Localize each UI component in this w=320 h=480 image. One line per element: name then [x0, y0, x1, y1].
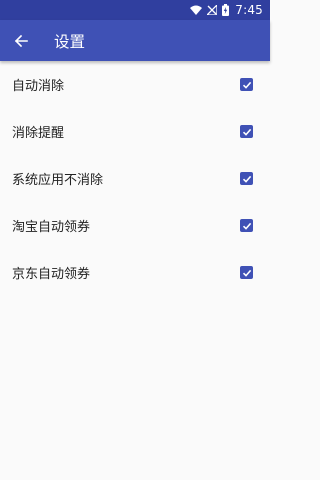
status-time: 7:45	[235, 3, 263, 17]
setting-jd-coupon[interactable]: 京东自动领券	[0, 249, 270, 296]
battery-charging-icon	[222, 4, 230, 16]
setting-label: 消除提醒	[12, 126, 65, 141]
setting-taobao-coupon[interactable]: 淘宝自动领券	[0, 202, 270, 249]
setting-label: 京东自动领券	[12, 267, 91, 282]
page-title: 设置	[54, 32, 86, 51]
setting-checkbox[interactable]	[240, 219, 253, 232]
no-signal-icon	[207, 5, 218, 15]
setting-clear-reminder[interactable]: 消除提醒	[0, 108, 270, 155]
setting-auto-clear[interactable]: 自动消除	[0, 61, 270, 108]
setting-system-apps[interactable]: 系统应用不消除	[0, 155, 270, 202]
setting-label: 系统应用不消除	[12, 173, 104, 188]
check-icon	[242, 128, 251, 136]
setting-label: 淘宝自动领券	[12, 220, 91, 235]
setting-checkbox[interactable]	[240, 172, 253, 185]
setting-checkbox[interactable]	[240, 78, 253, 91]
check-icon	[242, 269, 251, 277]
setting-checkbox[interactable]	[240, 266, 253, 279]
status-bar: 7:45	[0, 0, 270, 20]
check-icon	[242, 175, 251, 183]
back-button[interactable]	[11, 31, 31, 51]
check-icon	[242, 222, 251, 230]
app-bar: 设置	[0, 20, 270, 61]
wifi-icon	[190, 5, 203, 15]
check-icon	[242, 81, 251, 89]
arrow-left-icon	[14, 34, 28, 47]
settings-list: 自动消除 消除提醒 系统应用不消除 淘宝自动领券 京东自动领券	[0, 61, 270, 296]
setting-label: 自动消除	[12, 79, 65, 94]
setting-checkbox[interactable]	[240, 125, 253, 138]
